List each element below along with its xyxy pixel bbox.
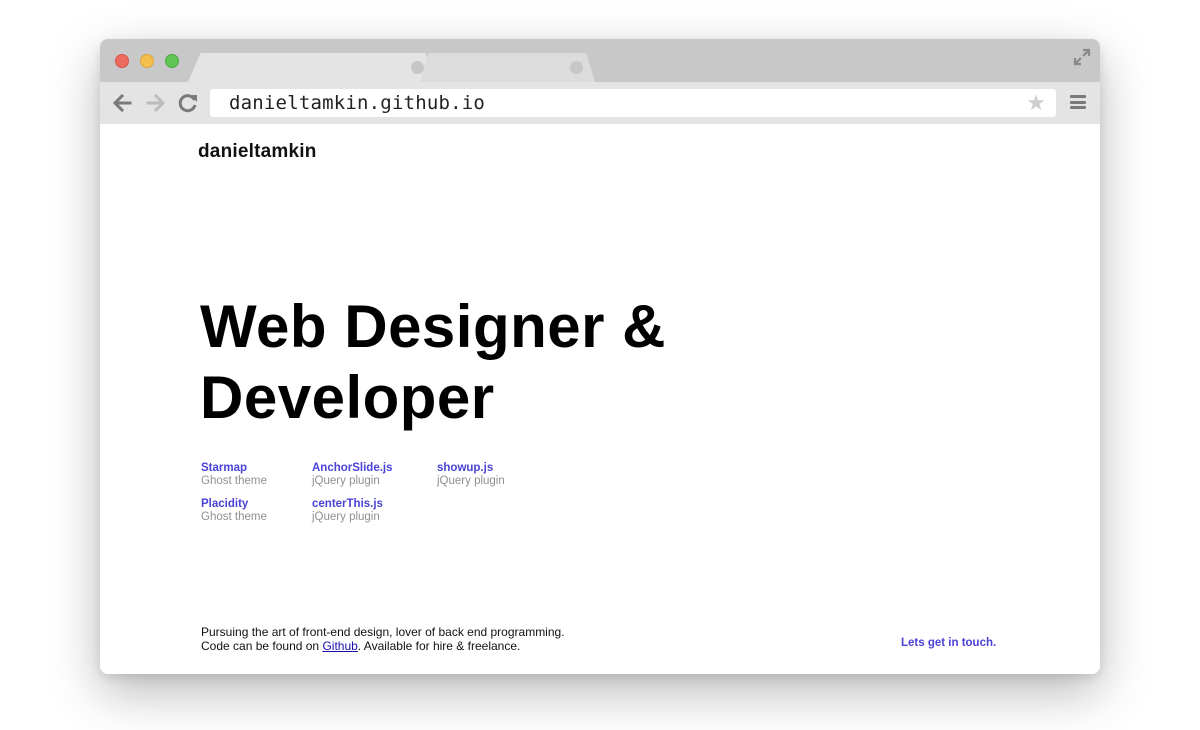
page-content: danieltamkin Web Designer & Developer St… — [100, 124, 1100, 674]
reload-icon[interactable] — [177, 92, 199, 114]
arrow-left-icon[interactable] — [111, 92, 133, 114]
browser-toolbar: danieltamkin.github.io ★ — [100, 82, 1100, 124]
project-subtitle: jQuery plugin — [437, 475, 505, 487]
browser-window: danieltamkin.github.io ★ danieltamkin We… — [100, 39, 1100, 674]
project-link[interactable]: centerThis.js — [312, 498, 442, 511]
project-link[interactable]: showup.js — [437, 462, 567, 475]
star-icon[interactable]: ★ — [1026, 92, 1046, 114]
tab-bar — [100, 39, 1100, 82]
zoom-window-button[interactable] — [165, 54, 179, 68]
footer-description: Pursuing the art of front-end design, lo… — [201, 625, 565, 653]
headline-line-2: Developer — [200, 364, 495, 431]
footer-line-1: Pursuing the art of front-end design, lo… — [201, 625, 565, 639]
footer-text-after: . Available for hire & freelance. — [357, 639, 521, 653]
hamburger-menu-icon[interactable] — [1070, 95, 1086, 109]
expand-icon[interactable] — [1072, 47, 1092, 67]
close-window-button[interactable] — [115, 54, 129, 68]
project-item: AnchorSlide.js jQuery plugin — [312, 462, 442, 488]
footer-text-before: Code can be found on — [201, 639, 323, 653]
minimize-window-button[interactable] — [140, 54, 154, 68]
arrow-right-icon[interactable] — [145, 92, 167, 114]
project-subtitle: jQuery plugin — [312, 511, 380, 523]
project-link[interactable]: AnchorSlide.js — [312, 462, 442, 475]
footer-line-2: Code can be found on Github. Available f… — [201, 639, 565, 653]
project-item: showup.js jQuery plugin — [437, 462, 567, 488]
tab-close-icon[interactable] — [570, 61, 583, 74]
url-text[interactable]: danieltamkin.github.io — [229, 92, 485, 114]
address-bar[interactable]: danieltamkin.github.io ★ — [210, 89, 1056, 117]
site-logo[interactable]: danieltamkin — [198, 141, 317, 163]
tab-close-icon[interactable] — [411, 61, 424, 74]
tab-active[interactable] — [188, 53, 438, 82]
project-item: centerThis.js jQuery plugin — [312, 498, 442, 524]
tab-inactive[interactable] — [420, 53, 595, 82]
page-title: Web Designer & Developer — [200, 291, 666, 433]
project-subtitle: jQuery plugin — [312, 475, 380, 487]
contact-link[interactable]: Lets get in touch. — [901, 637, 996, 649]
headline-line-1: Web Designer & — [200, 293, 666, 360]
github-link[interactable]: Github — [322, 639, 357, 653]
